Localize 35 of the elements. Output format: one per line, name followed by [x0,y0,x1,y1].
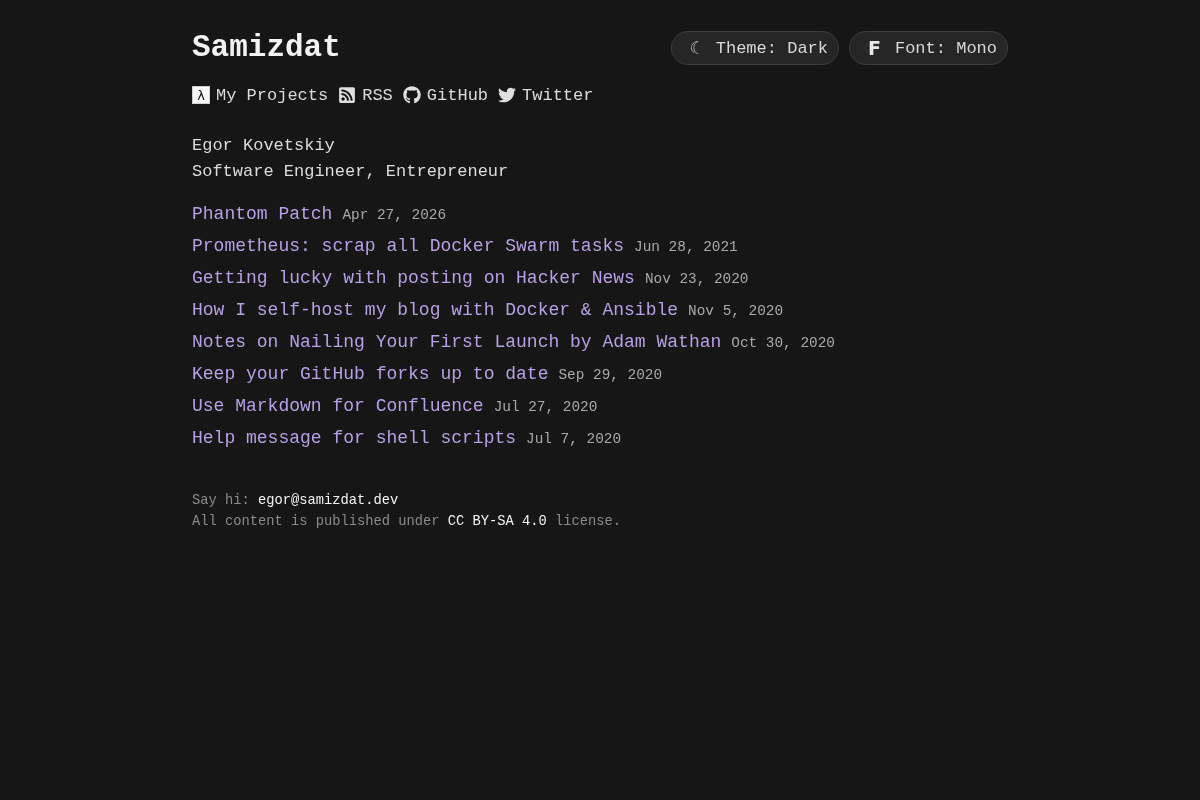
post-link[interactable]: Notes on Nailing Your First Launch by Adam Wathan [192,326,722,358]
license-line: All content is published under CC BY-SA 4.0 license. [192,513,622,531]
post-date: Apr 27, 2026 [342,206,447,225]
post-date: Sep 29, 2020 [558,366,663,385]
post-link[interactable]: Help message for shell scripts [192,422,517,454]
post-date: Nov 23, 2020 [644,270,749,289]
post-link[interactable]: How I self-host my blog with Docker & Ansible [192,294,679,326]
author-name: Egor Kovetskiy [192,135,335,157]
post-date: Oct 30, 2020 [731,334,835,353]
post-link[interactable]: Prometheus: scrap all Docker Swarm tasks [192,230,625,262]
nav-link[interactable]: RSS [338,85,393,105]
nav-link[interactable]: λ My Projects [192,85,329,105]
post-date: Jun 28, 2021 [634,238,738,257]
nav-link[interactable]: Twitter [498,85,594,105]
post-date: Nov 5, 2020 [688,302,784,321]
theme-button[interactable]: ☾ Theme: Dark [670,31,839,65]
letter-icon: F [868,38,881,58]
moon-icon: ☾ [689,39,705,57]
nav-link[interactable]: GitHub [402,85,489,105]
post-link[interactable]: Getting lucky with posting on Hacker News [192,262,635,294]
post-date: Jul 27, 2020 [493,398,598,417]
bird-icon [498,86,517,104]
contact-line: Say hi: egor@samizdat.dev [192,492,399,510]
post-link[interactable]: Keep your GitHub forks up to date [192,358,549,390]
post-link[interactable]: Phantom Patch [192,198,333,230]
post-link[interactable]: Use Markdown for Confluence [192,390,484,422]
author-tagline: Software Engineer, Entrepreneur [192,161,509,183]
post-date: Jul 7, 2020 [526,430,622,449]
lambda-icon: λ [192,86,210,104]
license-link[interactable]: CC BY-SA 4.0 [447,514,547,529]
site-title: Samizdat [192,30,341,66]
email-link[interactable]: egor@samizdat.dev [258,493,399,508]
github-icon [402,86,421,104]
rss-icon [338,86,357,104]
font-button[interactable]: F Font: Mono [849,31,1008,65]
